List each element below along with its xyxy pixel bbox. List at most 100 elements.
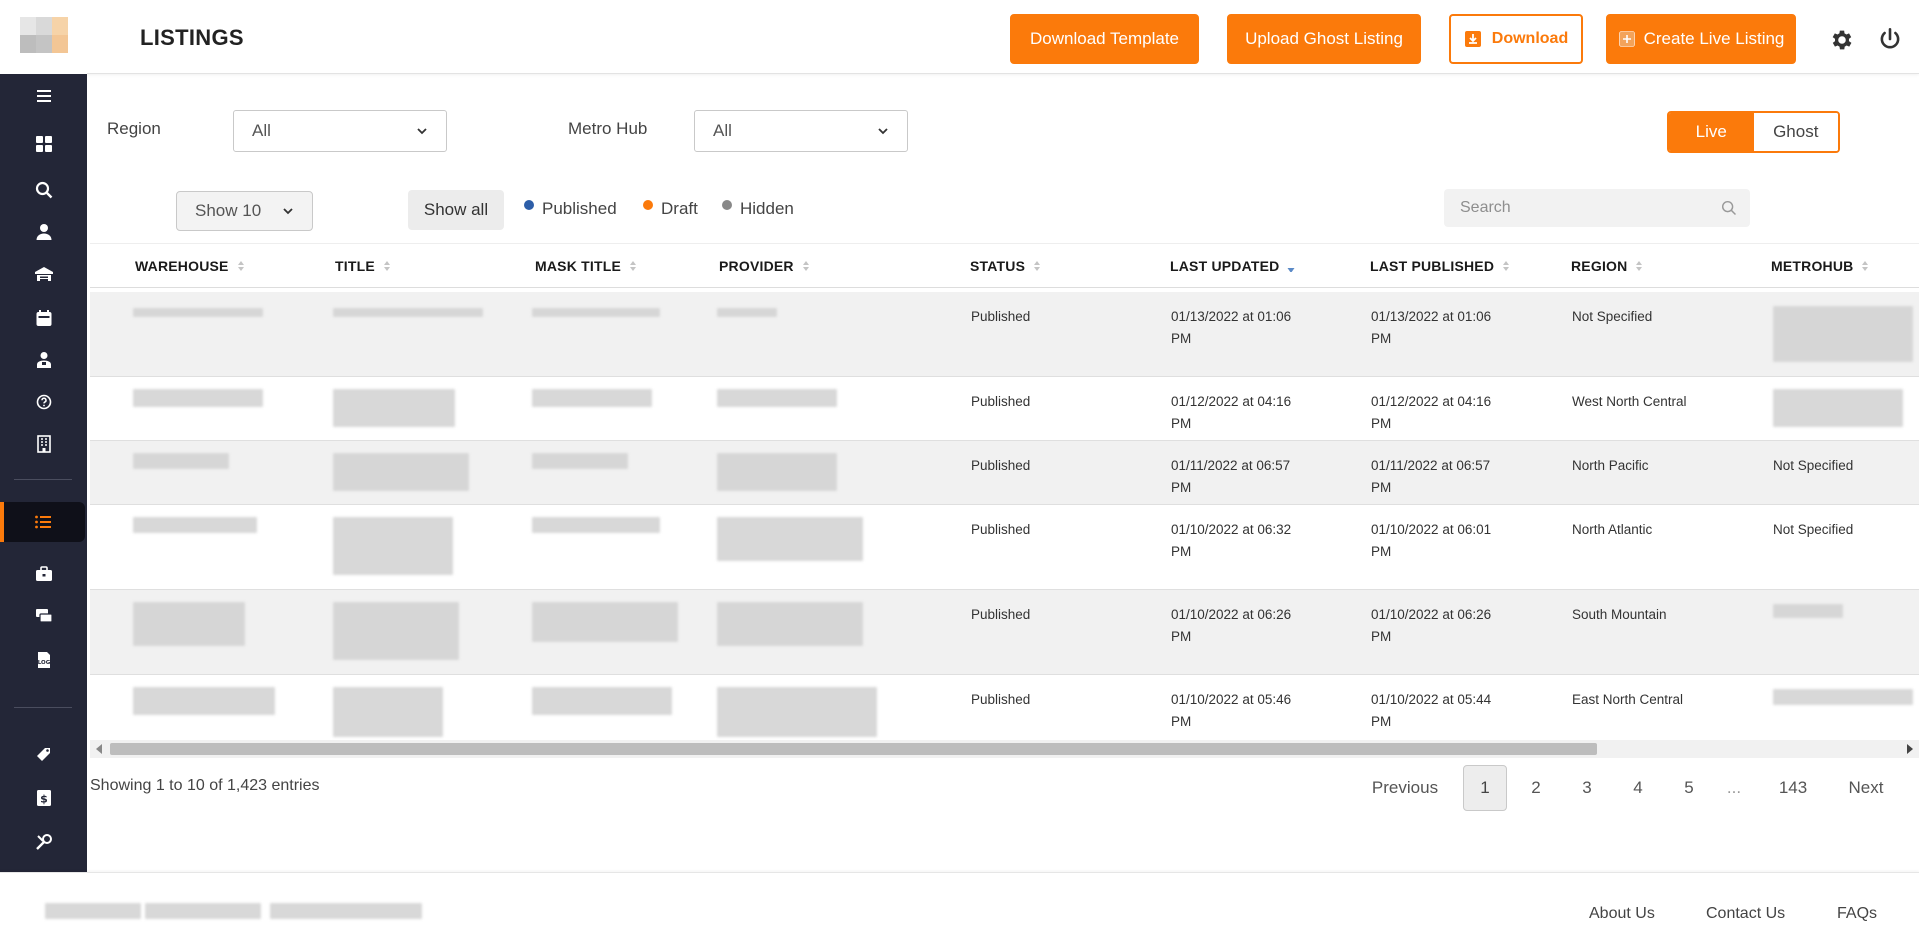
- legend-published-label: Published: [542, 199, 617, 218]
- redacted-copyright: [270, 903, 422, 919]
- last-updated-cell: 01/12/2022 at 04:16 PM: [1171, 394, 1292, 431]
- building-icon[interactable]: [0, 424, 87, 464]
- scroll-left-icon[interactable]: [96, 744, 102, 754]
- create-live-listing-button[interactable]: Create Live Listing: [1606, 14, 1796, 64]
- app-logo[interactable]: [0, 0, 87, 74]
- download-template-button[interactable]: Download Template: [1010, 14, 1199, 64]
- legend-draft[interactable]: Draft: [643, 199, 698, 219]
- sort-desc-icon: [1287, 268, 1295, 272]
- chat-icon[interactable]: [0, 596, 87, 636]
- user-icon[interactable]: [0, 212, 87, 252]
- col-last-published[interactable]: LAST PUBLISHED: [1370, 258, 1510, 274]
- redacted-mask-title: [532, 517, 660, 533]
- last-published-cell: 01/10/2022 at 06:01 PM: [1371, 522, 1492, 559]
- col-region[interactable]: REGION: [1571, 258, 1643, 274]
- scrollbar-thumb[interactable]: [110, 743, 1597, 755]
- status-cell: Published: [971, 309, 1031, 324]
- col-last-updated[interactable]: LAST UPDATED: [1170, 258, 1295, 274]
- next-button[interactable]: Next: [1836, 765, 1896, 811]
- metro-hub-select[interactable]: All: [694, 110, 908, 152]
- page-size-select[interactable]: Show 10: [176, 191, 313, 231]
- region-cell: East North Central: [1572, 692, 1684, 707]
- search-placeholder: Search: [1460, 199, 1511, 216]
- redacted-metrohub: [1773, 604, 1843, 618]
- power-icon[interactable]: [1877, 26, 1903, 52]
- page-4-button[interactable]: 4: [1616, 765, 1660, 811]
- redacted-mask-title: [532, 389, 652, 407]
- redacted-title: [333, 308, 483, 317]
- chevron-down-icon: [878, 128, 888, 135]
- toggle-live[interactable]: Live: [1669, 113, 1754, 151]
- page-title: LISTINGS: [140, 25, 244, 50]
- col-warehouse[interactable]: WAREHOUSE: [135, 258, 245, 274]
- sort-icon: [1503, 261, 1510, 271]
- sort-icon: [1636, 261, 1643, 271]
- status-cell: Published: [971, 522, 1031, 537]
- page-5-button[interactable]: 5: [1667, 765, 1711, 811]
- previous-button[interactable]: Previous: [1360, 765, 1450, 811]
- last-updated-cell: 01/11/2022 at 06:57 PM: [1171, 458, 1291, 495]
- download-icon: [1464, 30, 1482, 48]
- metrohub-cell: Not Specified: [1773, 458, 1854, 473]
- warehouse-icon[interactable]: [0, 254, 87, 294]
- log-icon[interactable]: LOG: [0, 640, 87, 680]
- dollar-icon[interactable]: $: [0, 778, 87, 818]
- contact-us-link[interactable]: Contact Us: [1706, 905, 1785, 923]
- table-row[interactable]: Published 01/10/2022 at 05:46 PM 01/10/20…: [90, 675, 1919, 740]
- search-input[interactable]: Search: [1444, 189, 1750, 227]
- redacted-provider: [717, 602, 863, 646]
- dashboard-icon[interactable]: [0, 124, 87, 164]
- redacted-title: [333, 453, 469, 491]
- chevron-down-icon: [417, 128, 427, 135]
- table-row[interactable]: Published 01/12/2022 at 04:16 PM 01/12/20…: [90, 377, 1919, 441]
- region-select[interactable]: All: [233, 110, 447, 152]
- horizontal-scrollbar[interactable]: [90, 740, 1919, 758]
- upload-ghost-listing-button[interactable]: Upload Ghost Listing: [1227, 14, 1421, 64]
- table-row[interactable]: Published 01/10/2022 at 06:26 PM 01/10/20…: [90, 590, 1919, 675]
- help-icon[interactable]: [0, 382, 87, 422]
- about-us-link[interactable]: About Us: [1589, 905, 1655, 923]
- status-cell: Published: [971, 458, 1031, 473]
- menu-icon[interactable]: [0, 76, 87, 116]
- last-published-cell: 01/11/2022 at 06:57 PM: [1371, 458, 1491, 495]
- svg-text:LOG: LOG: [37, 660, 50, 666]
- download-button[interactable]: Download: [1449, 14, 1583, 64]
- calendar-icon[interactable]: [0, 298, 87, 338]
- faqs-link[interactable]: FAQs: [1837, 905, 1877, 923]
- search-icon[interactable]: [0, 170, 87, 210]
- table-row[interactable]: Published 01/10/2022 at 06:32 PM 01/10/20…: [90, 505, 1919, 590]
- col-metrohub[interactable]: METROHUB: [1771, 258, 1869, 274]
- toggle-ghost[interactable]: Ghost: [1753, 113, 1838, 151]
- page-3-button[interactable]: 3: [1565, 765, 1609, 811]
- legend-hidden[interactable]: Hidden: [722, 199, 794, 219]
- tools-icon[interactable]: [0, 822, 87, 862]
- legend-published[interactable]: Published: [524, 199, 617, 219]
- sort-icon: [630, 261, 636, 271]
- page-1-button[interactable]: 1: [1463, 765, 1507, 811]
- user-badge-icon[interactable]: [0, 340, 87, 380]
- table-row[interactable]: Published 01/13/2022 at 01:06 PM 01/13/20…: [90, 292, 1919, 377]
- entries-info: Showing 1 to 10 of 1,423 entries: [90, 777, 320, 794]
- table-row[interactable]: Published 01/11/2022 at 06:57 PM 01/11/20…: [90, 441, 1919, 505]
- col-mask-title[interactable]: MASK TITLE: [535, 258, 637, 274]
- briefcase-icon[interactable]: [0, 554, 87, 594]
- redacted-mask-title: [532, 602, 678, 642]
- tag-icon[interactable]: [0, 734, 87, 774]
- col-status[interactable]: STATUS: [970, 258, 1041, 274]
- gear-icon[interactable]: [1829, 27, 1855, 53]
- redacted-copyright: [145, 903, 261, 919]
- live-ghost-toggle: Live Ghost: [1667, 111, 1840, 153]
- show-all-button[interactable]: Show all: [408, 190, 504, 230]
- page-143-button[interactable]: 143: [1768, 765, 1818, 811]
- col-title[interactable]: TITLE: [335, 258, 391, 274]
- last-updated-cell: 01/10/2022 at 06:32 PM: [1171, 522, 1292, 559]
- region-cell: North Pacific: [1572, 458, 1649, 473]
- listings-icon[interactable]: [0, 502, 85, 542]
- scroll-right-icon[interactable]: [1907, 744, 1913, 754]
- page-2-button[interactable]: 2: [1514, 765, 1558, 811]
- status-cell: Published: [971, 394, 1031, 409]
- pagination-ellipsis: ...: [1726, 778, 1742, 797]
- col-provider[interactable]: PROVIDER: [719, 258, 810, 274]
- page-size-value: Show 10: [195, 201, 262, 220]
- redacted-warehouse: [133, 687, 275, 715]
